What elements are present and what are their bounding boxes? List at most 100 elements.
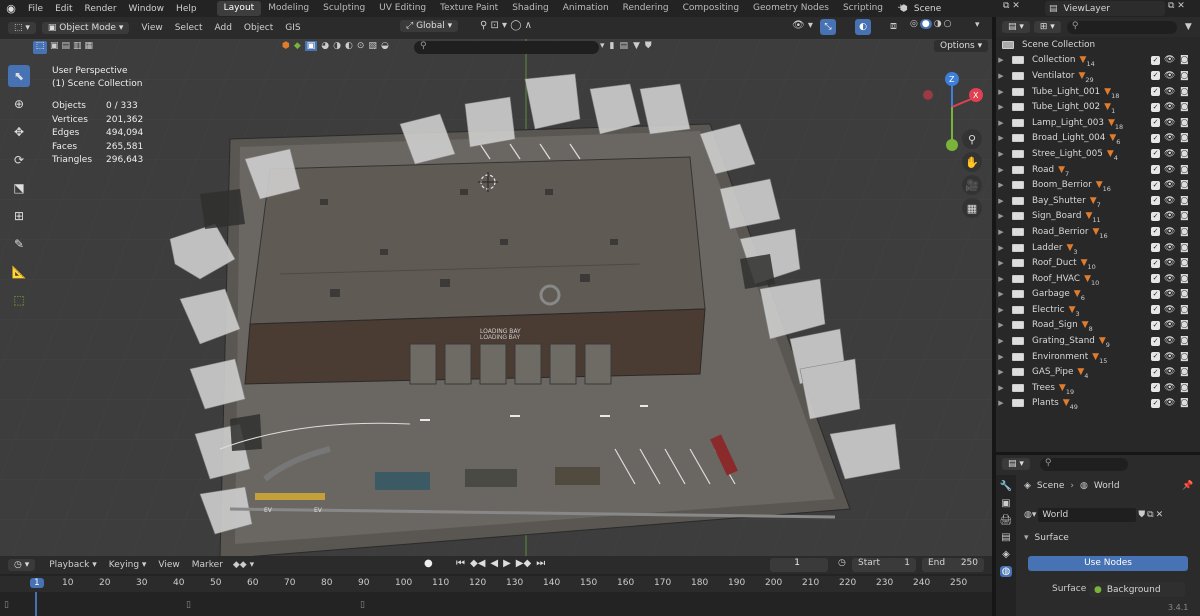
visibility-eye-icon[interactable]: 👁: [1164, 71, 1175, 81]
zoom-icon[interactable]: ⚲: [962, 129, 982, 149]
end-frame-field[interactable]: End 250: [922, 558, 984, 572]
cube-filter-icon[interactable]: ◆: [294, 41, 301, 51]
outliner-row[interactable]: ▶ Lamp_Light_003 ▼ 18 ✓ 👁 ◙: [996, 115, 1200, 131]
properties-search-input[interactable]: ⚲: [1039, 457, 1128, 471]
outliner-row[interactable]: ▶ Electric ▼ 3 ✓ 👁 ◙: [996, 302, 1200, 318]
outliner-row[interactable]: ▶ Broad_Light_004 ▼ 6 ✓ 👁 ◙: [996, 131, 1200, 146]
expand-triangle-icon[interactable]: ▶: [996, 72, 1006, 80]
world-browse-icon[interactable]: ◍▾: [1024, 510, 1036, 520]
exclude-checkbox[interactable]: ✓: [1151, 71, 1160, 81]
outliner-row[interactable]: ▶ Environment ▼ 15 ✓ 👁 ◙: [996, 349, 1200, 365]
exclude-checkbox[interactable]: ✓: [1151, 320, 1160, 330]
expand-triangle-icon[interactable]: ▶: [996, 56, 1006, 64]
expand-triangle-icon[interactable]: ▶: [996, 181, 1006, 189]
expand-triangle-icon[interactable]: ▶: [996, 244, 1006, 252]
exclude-checkbox[interactable]: ✓: [1151, 227, 1160, 237]
render-camera-icon[interactable]: ◙: [1180, 211, 1189, 221]
tab-rendering[interactable]: Rendering: [616, 1, 676, 16]
start-frame-field[interactable]: Start 1: [852, 558, 916, 572]
light-filter-icon[interactable]: ◐: [345, 41, 353, 51]
timeline-track[interactable]: ▯ ▯ ▯: [0, 592, 992, 616]
outliner-row[interactable]: ▶ Boom_Berrior ▼ 16 ✓ 👁 ◙: [996, 177, 1200, 193]
outliner-row[interactable]: ▶ Trees ▼ 19 ✓ 👁 ◙: [996, 380, 1200, 396]
scene-tab-icon[interactable]: ◈: [1002, 549, 1010, 560]
object-filter-icon[interactable]: ▣: [304, 41, 318, 51]
visibility-eye-icon[interactable]: 👁: [1164, 196, 1175, 206]
expand-triangle-icon[interactable]: ▶: [996, 368, 1006, 376]
move-tool-icon[interactable]: ✥: [8, 121, 30, 143]
select-intersect-icon[interactable]: ▦: [85, 41, 94, 54]
expand-triangle-icon[interactable]: ▶: [996, 119, 1006, 127]
visibility-eye-icon[interactable]: 👁: [1164, 305, 1175, 315]
expand-triangle-icon[interactable]: ▶: [996, 353, 1006, 361]
select-mode-buttons[interactable]: ⬚ ▣ ▤ ▥ ▦: [33, 41, 93, 54]
timeline-editor-type-icon[interactable]: ◷ ▾: [8, 559, 36, 571]
tab-geometry-nodes[interactable]: Geometry Nodes: [746, 1, 836, 16]
expand-triangle-icon[interactable]: ▶: [996, 399, 1006, 407]
visibility-eye-icon[interactable]: 👁: [1164, 320, 1175, 330]
expand-triangle-icon[interactable]: ▶: [996, 228, 1006, 236]
filter-icons[interactable]: ⬢ ◆ ▣ ◕ ◑ ◐ ⊙ ▧ ◒: [282, 41, 389, 51]
exclude-checkbox[interactable]: ✓: [1151, 87, 1160, 97]
render-tab-icon[interactable]: ▣: [1001, 498, 1010, 509]
outliner-row[interactable]: ▶ Roof_HVAC ▼ 10 ✓ 👁 ◙: [996, 271, 1200, 287]
visibility-eye-icon[interactable]: 👁: [1164, 87, 1175, 97]
add-cube-tool-icon[interactable]: ⬚: [8, 289, 30, 311]
funnel-icon[interactable]: ▼: [633, 41, 640, 51]
expand-triangle-icon[interactable]: ▶: [996, 134, 1006, 142]
exclude-checkbox[interactable]: ✓: [1151, 180, 1160, 190]
use-nodes-button[interactable]: Use Nodes: [1028, 556, 1188, 571]
fake-user-icon[interactable]: ⛊: [1138, 510, 1145, 520]
xray-icon[interactable]: ⧈: [890, 19, 897, 33]
menu-render[interactable]: Render: [79, 4, 123, 14]
transform-tool-icon[interactable]: ⊞: [8, 205, 30, 227]
exclude-checkbox[interactable]: ✓: [1151, 383, 1160, 393]
tab-layout[interactable]: Layout: [216, 1, 262, 16]
tab-scripting[interactable]: Scripting: [836, 1, 890, 16]
camera-filter-icon[interactable]: ⊙: [357, 41, 365, 51]
scene-browse-icons[interactable]: ⧉ ✕: [1003, 1, 1031, 16]
render-camera-icon[interactable]: ◙: [1180, 149, 1189, 159]
visibility-eye-icon[interactable]: 👁: [1164, 289, 1175, 299]
outliner-row[interactable]: ▶ Plants ▼ 49 ✓ 👁 ◙: [996, 396, 1200, 411]
exclude-checkbox[interactable]: ✓: [1151, 102, 1160, 112]
duplicate-icon[interactable]: ⧉: [1147, 510, 1153, 520]
outliner-row[interactable]: ▶ Tube_Light_002 ▼ 1 ✓ 👁 ◙: [996, 99, 1200, 115]
expand-triangle-icon[interactable]: ▶: [996, 259, 1006, 267]
expand-triangle-icon[interactable]: ▶: [996, 150, 1006, 158]
visibility-eye-icon[interactable]: 👁: [1164, 180, 1175, 190]
tab-texture-paint[interactable]: Texture Paint: [433, 1, 505, 16]
exclude-checkbox[interactable]: ✓: [1151, 367, 1160, 377]
solid-shading-icon[interactable]: ●: [919, 19, 932, 29]
render-camera-icon[interactable]: ◙: [1180, 180, 1189, 190]
surface-panel-header[interactable]: ▾ Surface: [1024, 533, 1069, 543]
rendered-shading-icon[interactable]: ○: [944, 19, 952, 29]
tab-shading[interactable]: Shading: [505, 1, 556, 16]
outliner-row[interactable]: ▶ Grating_Stand ▼ 9 ✓ 👁 ◙: [996, 333, 1200, 349]
shading-mode-buttons[interactable]: ◎ ● ◑ ○: [910, 19, 951, 29]
shading-dropdown-icon[interactable]: ▾: [975, 20, 980, 30]
render-camera-icon[interactable]: ◙: [1180, 320, 1189, 330]
dropdown-icon[interactable]: ▾: [600, 41, 605, 51]
exclude-checkbox[interactable]: ✓: [1151, 133, 1160, 143]
exclude-checkbox[interactable]: ✓: [1151, 398, 1160, 408]
exclude-checkbox[interactable]: ✓: [1151, 243, 1160, 253]
render-camera-icon[interactable]: ◙: [1180, 243, 1189, 253]
view-layer-icons[interactable]: ⧉ ✕: [1168, 1, 1185, 11]
exclude-checkbox[interactable]: ✓: [1151, 258, 1160, 268]
viewport-search-input[interactable]: ⚲: [414, 41, 599, 54]
visibility-eye-icon[interactable]: 👁: [1164, 102, 1175, 112]
shield-icon[interactable]: ⛊: [645, 41, 652, 51]
outliner-row[interactable]: ▶ Sign_Board ▼ 11 ✓ 👁 ◙: [996, 209, 1200, 224]
render-camera-icon[interactable]: ◙: [1180, 71, 1189, 81]
visibility-eye-icon[interactable]: 👁: [1164, 367, 1175, 377]
render-camera-icon[interactable]: ◙: [1180, 367, 1189, 377]
exclude-checkbox[interactable]: ✓: [1151, 55, 1160, 65]
rotate-tool-icon[interactable]: ⟳: [8, 149, 30, 171]
outliner-row[interactable]: ▶ Garbage ▼ 6 ✓ 👁 ◙: [996, 287, 1200, 302]
sphere-filter-icon[interactable]: ◕: [321, 41, 329, 51]
render-camera-icon[interactable]: ◙: [1180, 336, 1189, 346]
expand-triangle-icon[interactable]: ▶: [996, 166, 1006, 174]
select-subtract-icon[interactable]: ▤: [62, 41, 71, 54]
scale-tool-icon[interactable]: ⬔: [8, 177, 30, 199]
